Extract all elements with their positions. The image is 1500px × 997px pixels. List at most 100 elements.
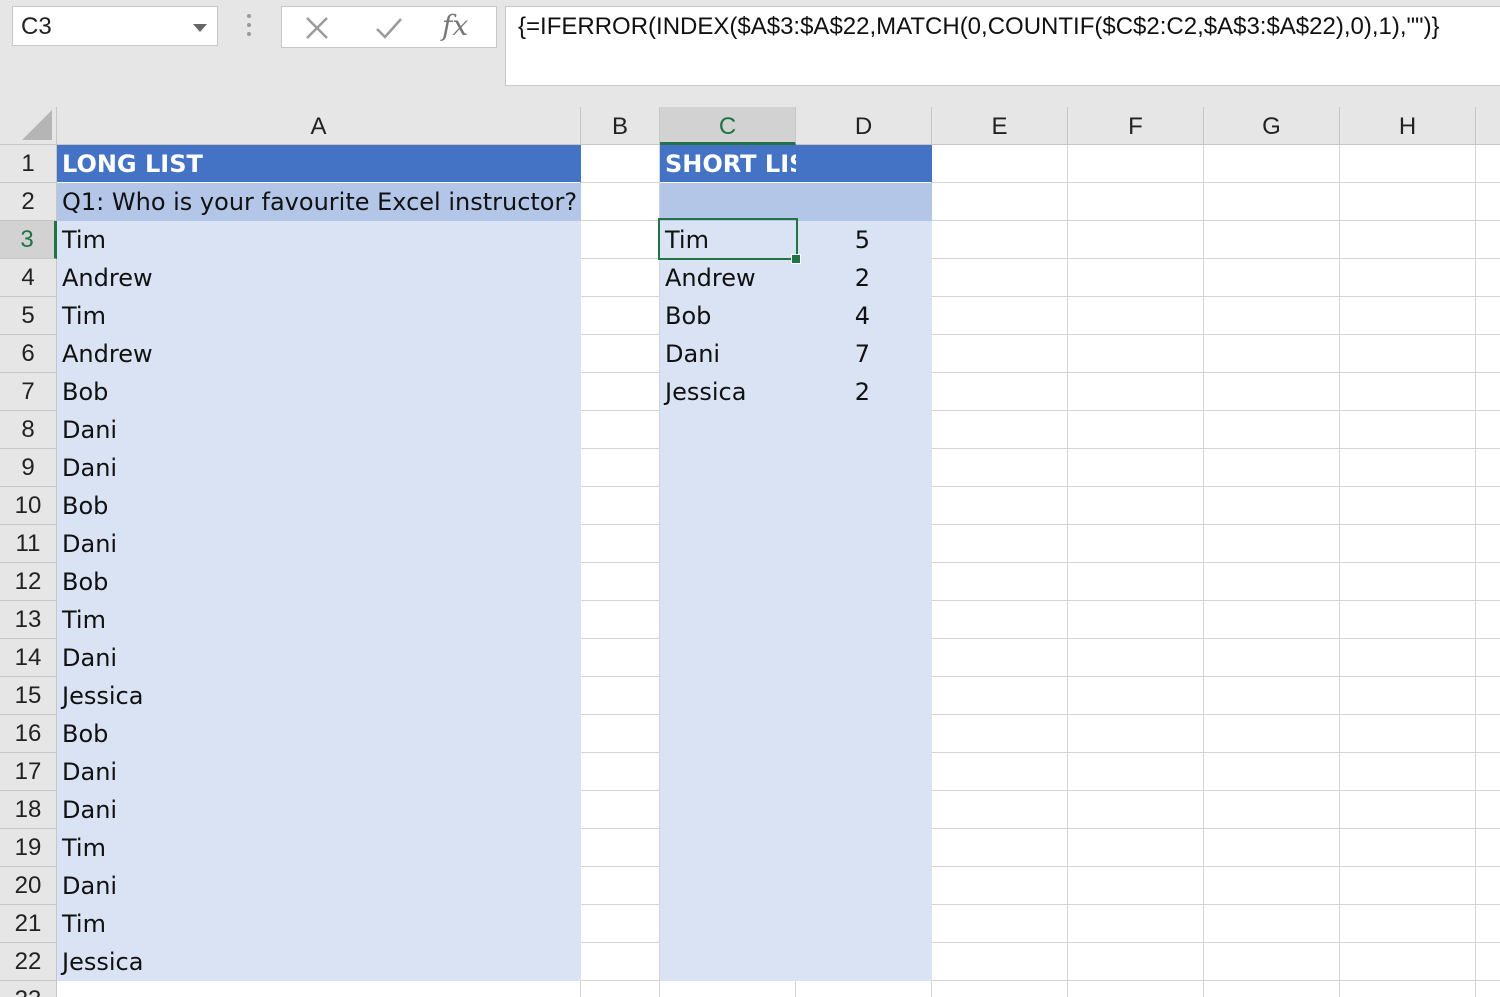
row-header-6[interactable]: 6 xyxy=(0,335,57,373)
cell-h17[interactable] xyxy=(1340,753,1476,791)
cell-c7[interactable]: Jessica xyxy=(660,373,796,411)
row-header-21[interactable]: 21 xyxy=(0,905,57,943)
cell-f22[interactable] xyxy=(1068,943,1204,981)
cell-e4[interactable] xyxy=(932,259,1068,297)
cell-h3[interactable] xyxy=(1340,221,1476,259)
cell-a15[interactable]: Jessica xyxy=(57,677,581,715)
cell-g3[interactable] xyxy=(1204,221,1340,259)
cell-c6[interactable]: Dani xyxy=(660,335,796,373)
cell-d20[interactable] xyxy=(796,867,932,905)
cell-c8[interactable] xyxy=(660,411,796,449)
cell-c22[interactable] xyxy=(660,943,796,981)
cell-h22[interactable] xyxy=(1340,943,1476,981)
cell-g4[interactable] xyxy=(1204,259,1340,297)
cell-b11[interactable] xyxy=(581,525,660,563)
cell-g9[interactable] xyxy=(1204,449,1340,487)
formula-input[interactable]: {=IFERROR(INDEX($A$3:$A$22,MATCH(0,COUNT… xyxy=(505,6,1500,86)
cell-e6[interactable] xyxy=(932,335,1068,373)
cell-f12[interactable] xyxy=(1068,563,1204,601)
row-header-3[interactable]: 3 xyxy=(0,221,57,259)
cell-c3[interactable]: Tim xyxy=(660,221,796,259)
cell-h21[interactable] xyxy=(1340,905,1476,943)
cell-e10[interactable] xyxy=(932,487,1068,525)
cell-f17[interactable] xyxy=(1068,753,1204,791)
check-icon[interactable] xyxy=(374,13,404,43)
cell-c5[interactable]: Bob xyxy=(660,297,796,335)
cell-b5[interactable] xyxy=(581,297,660,335)
cell-b7[interactable] xyxy=(581,373,660,411)
cell-g14[interactable] xyxy=(1204,639,1340,677)
cell-a21[interactable]: Tim xyxy=(57,905,581,943)
cell-f21[interactable] xyxy=(1068,905,1204,943)
cell-a10[interactable]: Bob xyxy=(57,487,581,525)
column-header-d[interactable]: D xyxy=(796,107,932,145)
cell-e5[interactable] xyxy=(932,297,1068,335)
cell-h18[interactable] xyxy=(1340,791,1476,829)
cell-d15[interactable] xyxy=(796,677,932,715)
cell-c10[interactable] xyxy=(660,487,796,525)
cell-a13[interactable]: Tim xyxy=(57,601,581,639)
cell-f6[interactable] xyxy=(1068,335,1204,373)
cell-i18[interactable] xyxy=(1476,791,1500,829)
cell-f2[interactable] xyxy=(1068,183,1204,221)
cell-e7[interactable] xyxy=(932,373,1068,411)
cancel-icon[interactable] xyxy=(302,13,332,43)
cell-b10[interactable] xyxy=(581,487,660,525)
cell-i5[interactable] xyxy=(1476,297,1500,335)
cell-e9[interactable] xyxy=(932,449,1068,487)
cell-f5[interactable] xyxy=(1068,297,1204,335)
cell-h2[interactable] xyxy=(1340,183,1476,221)
cell-g7[interactable] xyxy=(1204,373,1340,411)
cell-e22[interactable] xyxy=(932,943,1068,981)
cell-e18[interactable] xyxy=(932,791,1068,829)
cell-h19[interactable] xyxy=(1340,829,1476,867)
cell-d13[interactable] xyxy=(796,601,932,639)
cell-i8[interactable] xyxy=(1476,411,1500,449)
cell-i2[interactable] xyxy=(1476,183,1500,221)
cell-b14[interactable] xyxy=(581,639,660,677)
cell-g11[interactable] xyxy=(1204,525,1340,563)
cell-a4[interactable]: Andrew xyxy=(57,259,581,297)
cell-d17[interactable] xyxy=(796,753,932,791)
cell-i1[interactable] xyxy=(1476,145,1500,183)
cell-b19[interactable] xyxy=(581,829,660,867)
cell-h14[interactable] xyxy=(1340,639,1476,677)
insert-function-button[interactable]: fx xyxy=(442,9,482,42)
cell-b1[interactable] xyxy=(581,145,660,183)
cell-b23[interactable] xyxy=(581,981,660,997)
row-header-16[interactable]: 16 xyxy=(0,715,57,753)
cell-d12[interactable] xyxy=(796,563,932,601)
column-header-b[interactable]: B xyxy=(581,107,660,145)
cell-a20[interactable]: Dani xyxy=(57,867,581,905)
cell-g10[interactable] xyxy=(1204,487,1340,525)
cell-f8[interactable] xyxy=(1068,411,1204,449)
cell-e11[interactable] xyxy=(932,525,1068,563)
cell-f23[interactable] xyxy=(1068,981,1204,997)
cell-i23[interactable] xyxy=(1476,981,1500,997)
cell-g22[interactable] xyxy=(1204,943,1340,981)
cell-d4[interactable]: 2 xyxy=(796,259,932,297)
cell-b4[interactable] xyxy=(581,259,660,297)
cell-b9[interactable] xyxy=(581,449,660,487)
cell-h4[interactable] xyxy=(1340,259,1476,297)
cell-d1[interactable] xyxy=(796,145,932,183)
cell-a16[interactable]: Bob xyxy=(57,715,581,753)
cell-c23[interactable] xyxy=(660,981,796,997)
cell-g12[interactable] xyxy=(1204,563,1340,601)
cell-c12[interactable] xyxy=(660,563,796,601)
cell-b6[interactable] xyxy=(581,335,660,373)
cell-c14[interactable] xyxy=(660,639,796,677)
cell-d7[interactable]: 2 xyxy=(796,373,932,411)
cell-f10[interactable] xyxy=(1068,487,1204,525)
cell-a2[interactable]: Q1: Who is your favourite Excel instruct… xyxy=(57,183,581,221)
cell-e16[interactable] xyxy=(932,715,1068,753)
cell-i3[interactable] xyxy=(1476,221,1500,259)
cell-e8[interactable] xyxy=(932,411,1068,449)
cell-i4[interactable] xyxy=(1476,259,1500,297)
cell-e3[interactable] xyxy=(932,221,1068,259)
row-header-5[interactable]: 5 xyxy=(0,297,57,335)
cell-b2[interactable] xyxy=(581,183,660,221)
cell-d2[interactable] xyxy=(796,183,932,221)
cell-e17[interactable] xyxy=(932,753,1068,791)
cell-c13[interactable] xyxy=(660,601,796,639)
